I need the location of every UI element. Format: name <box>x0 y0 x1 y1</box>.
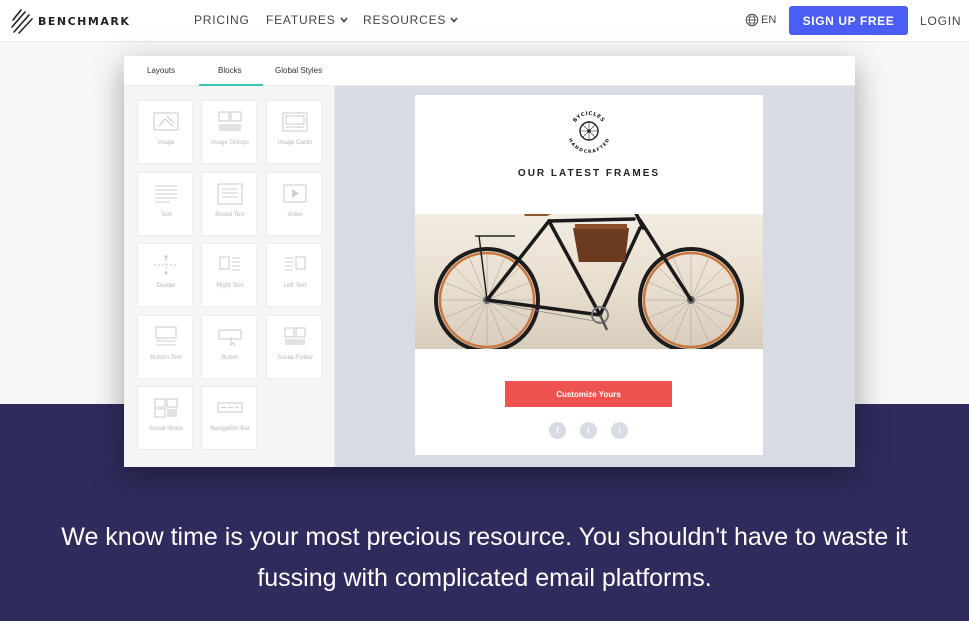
facebook-icon[interactable]: f <box>549 422 566 439</box>
block-label: Image Groups <box>210 140 250 146</box>
social-share-icon <box>154 398 178 418</box>
image-cards-icon <box>282 112 308 132</box>
login-link[interactable]: LOGIN <box>920 14 961 28</box>
block-label: Image <box>157 140 175 146</box>
editor-tabs: Layouts Blocks Global Styles <box>124 56 855 86</box>
video-icon <box>283 184 307 203</box>
block-label: Social Share <box>148 426 184 432</box>
right-text-icon <box>219 256 240 271</box>
chevron-down-icon <box>339 17 348 23</box>
button-icon <box>218 329 242 347</box>
twitter-icon[interactable]: t <box>580 422 597 439</box>
block-label: Text <box>160 212 172 218</box>
block-label: Divider <box>156 283 176 289</box>
block-text[interactable]: Text <box>137 172 193 236</box>
language-selector[interactable]: EN <box>745 13 776 27</box>
divider-icon <box>154 255 178 275</box>
block-image[interactable]: Image <box>137 100 193 164</box>
bicycle-image <box>434 214 744 349</box>
block-image-groups[interactable]: Image Groups <box>201 100 257 164</box>
bottom-text-icon <box>155 326 177 346</box>
block-left-text[interactable]: Left Text <box>266 243 322 307</box>
chevron-down-icon <box>450 17 458 23</box>
block-label: Video <box>287 212 303 218</box>
boxed-text-icon <box>217 183 243 205</box>
text-icon <box>155 185 177 203</box>
benchmark-logo-icon <box>11 9 33 34</box>
social-follow-icon <box>284 327 306 345</box>
benchmark-logo[interactable]: BENCHMARK <box>10 8 130 34</box>
hero-tagline: We know time is your most precious resou… <box>61 523 908 592</box>
customize-yours-button[interactable]: Customize Yours <box>505 381 672 407</box>
block-video[interactable]: Video <box>266 172 322 236</box>
language-label: EN <box>761 14 777 26</box>
nav-features-label: FEATURES <box>266 13 336 27</box>
navigation-bar-icon <box>217 402 243 413</box>
email-headline: OUR LATEST FRAMES <box>517 168 661 179</box>
block-label: Button <box>221 355 239 361</box>
nav-features[interactable]: FEATURES <box>266 13 348 27</box>
nav-pricing-label: PRICING <box>194 13 250 27</box>
nav-resources-label: RESOURCES <box>363 13 447 27</box>
email-editor-preview: Layouts Blocks Global Styles Image Image… <box>124 56 855 467</box>
block-divider[interactable]: Divider <box>137 243 193 307</box>
block-boxed-text[interactable]: Boxed Text <box>201 172 257 236</box>
block-label: Image Cards <box>277 140 313 146</box>
sign-up-free-button[interactable]: SIGN UP FREE <box>789 6 908 35</box>
bycicles-badge-logo: BYCICLES HANDCRAFTED <box>567 111 611 155</box>
image-icon <box>153 112 179 131</box>
block-bottom-text[interactable]: Bottom Text <box>137 315 193 379</box>
image-groups-icon <box>218 111 242 131</box>
block-label: Boxed Text <box>215 212 245 218</box>
nav-resources[interactable]: RESOURCES <box>363 13 458 27</box>
block-label: Social Follow <box>277 355 313 361</box>
tab-blocks[interactable]: Blocks <box>218 66 242 75</box>
block-label: Left Text <box>283 283 307 289</box>
globe-icon <box>745 13 759 27</box>
block-social-follow[interactable]: Social Follow <box>266 315 322 379</box>
block-label: Right Text <box>216 283 244 289</box>
left-text-icon <box>285 256 306 271</box>
block-social-share[interactable]: Social Share <box>137 386 193 450</box>
instagram-icon[interactable]: i <box>611 422 628 439</box>
block-navigation-bar[interactable]: Navigation Bar <box>201 386 257 450</box>
logo-text: BENCHMARK <box>38 14 131 28</box>
block-label: Bottom Text <box>150 355 182 361</box>
block-button[interactable]: Button <box>201 315 257 379</box>
block-label: Navigation Bar <box>210 426 250 432</box>
bicycle-photo <box>415 214 763 349</box>
tab-global-styles[interactable]: Global Styles <box>275 66 322 75</box>
blocks-panel: Image Image Groups Image Cards Text Boxe… <box>124 86 335 467</box>
block-image-cards[interactable]: Image Cards <box>266 100 322 164</box>
tab-layouts[interactable]: Layouts <box>147 66 175 75</box>
email-template: BYCICLES HANDCRAFTED OUR LATEST FRAMES C… <box>415 95 763 455</box>
top-header: BENCHMARK PRICING FEATURES RESOURCES EN … <box>0 0 969 42</box>
nav-pricing[interactable]: PRICING <box>194 13 250 27</box>
email-canvas: BYCICLES HANDCRAFTED OUR LATEST FRAMES C… <box>335 86 855 467</box>
block-right-text[interactable]: Right Text <box>201 243 257 307</box>
